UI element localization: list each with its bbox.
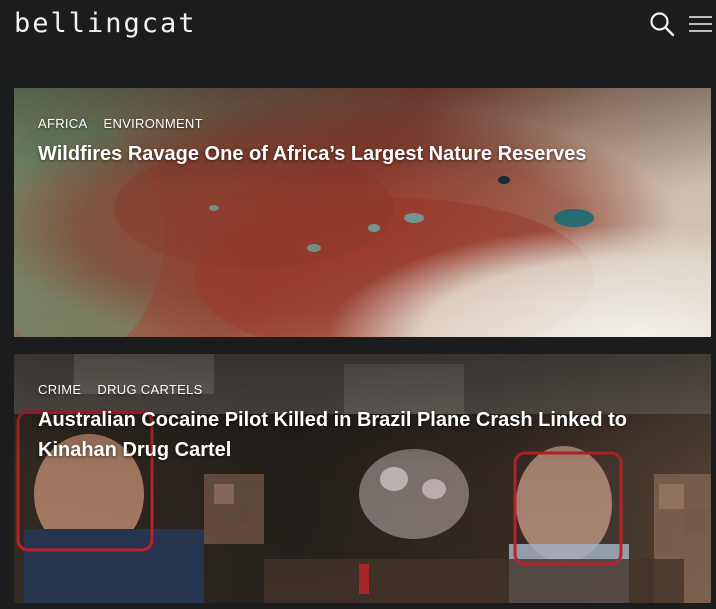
- tag-link[interactable]: AFRICA: [38, 116, 87, 131]
- article-tags: CRIME DRUG CARTELS: [38, 382, 671, 397]
- article-tags: AFRICA ENVIRONMENT: [38, 116, 671, 131]
- article-card[interactable]: CRIME DRUG CARTELS Australian Cocaine Pi…: [14, 354, 711, 603]
- search-icon: [650, 12, 675, 37]
- hamburger-menu-icon: [689, 16, 712, 32]
- article-card[interactable]: AFRICA ENVIRONMENT Wildfires Ravage One …: [14, 88, 711, 337]
- article-text: CRIME DRUG CARTELS Australian Cocaine Pi…: [38, 382, 671, 465]
- menu-button[interactable]: [686, 12, 712, 36]
- tag-link[interactable]: CRIME: [38, 382, 81, 397]
- site-header: bellingcat: [0, 0, 716, 50]
- article-title[interactable]: Australian Cocaine Pilot Killed in Brazi…: [38, 405, 671, 465]
- search-button[interactable]: [648, 10, 676, 38]
- tag-link[interactable]: ENVIRONMENT: [103, 116, 202, 131]
- tag-link[interactable]: DRUG CARTELS: [97, 382, 202, 397]
- site-logo[interactable]: bellingcat: [14, 4, 197, 44]
- article-title[interactable]: Wildfires Ravage One of Africa’s Largest…: [38, 139, 671, 169]
- article-text: AFRICA ENVIRONMENT Wildfires Ravage One …: [38, 116, 671, 169]
